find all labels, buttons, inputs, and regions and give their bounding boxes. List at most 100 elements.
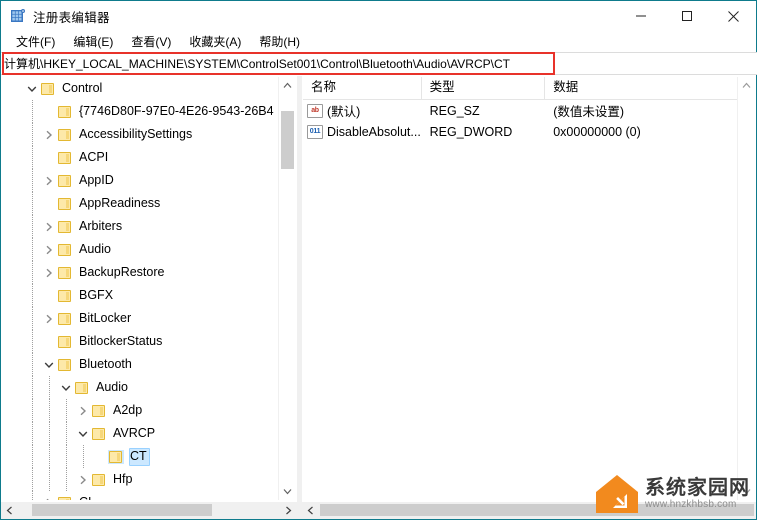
chevron-right-icon[interactable] [75,403,91,419]
tree-node[interactable]: A2dp [2,399,279,422]
tree-guide-line [49,468,51,491]
menu-view[interactable]: 查看(V) [122,31,180,53]
tree-node[interactable]: CI [2,491,279,500]
tree-node[interactable]: BackupRestore [2,261,279,284]
tree-vertical-scrollbar[interactable] [278,77,296,500]
folder-icon [91,427,107,441]
title-bar: 注册表编辑器 [1,1,756,31]
tree-node[interactable]: Audio [2,238,279,261]
tree-scroll-right-button[interactable] [280,502,297,518]
tree-node-label: Audio [96,379,128,394]
tree-guide-line [32,307,34,330]
registry-values-list[interactable]: 名称 类型 数据 ab (默认) REG_SZ (数值未设置) 011 DisableAb… [302,76,756,501]
chevron-right-icon[interactable] [41,242,57,258]
tree-guide-line [49,399,51,422]
list-hscrollbar-thumb[interactable] [320,504,754,516]
folder-icon [57,243,73,257]
chevron-right-icon[interactable] [75,472,91,488]
tree-guide-line [32,422,34,445]
address-bar[interactable]: 计算机\HKEY_LOCAL_MACHINE\SYSTEM\ControlSet… [1,52,757,75]
tree-node-label: Control [62,80,103,95]
tree-node[interactable]: Arbiters [2,215,279,238]
tree-node[interactable]: AVRCP [2,422,279,445]
tree-guide-line [66,445,68,468]
chevron-right-icon[interactable] [41,173,57,189]
registry-values-pane: 名称 类型 数据 ab (默认) REG_SZ (数值未设置) 011 DisableAb… [302,76,756,519]
list-vertical-scrollbar[interactable] [737,77,755,500]
menu-file[interactable]: 文件(F) [7,31,64,53]
chevron-down-icon[interactable] [58,380,74,396]
tree-node[interactable]: ACPI [2,146,279,169]
column-header-type[interactable]: 类型 [422,77,546,99]
chevron-down-icon[interactable] [41,357,57,373]
menu-favorites[interactable]: 收藏夹(A) [180,31,250,53]
chevron-right-icon[interactable] [41,495,57,500]
tree-node[interactable]: Bluetooth [2,353,279,376]
tree-hscrollbar-thumb[interactable] [32,504,212,516]
tree-node[interactable]: Audio [2,376,279,399]
tree-guide-line [32,399,34,422]
chevron-right-icon[interactable] [41,311,57,327]
column-header-data[interactable]: 数据 [545,77,738,99]
tree-node[interactable]: BitLocker [2,307,279,330]
menu-edit[interactable]: 编辑(E) [64,31,122,53]
tree-guide-line [66,468,68,491]
menu-bar: 文件(F) 编辑(E) 查看(V) 收藏夹(A) 帮助(H) [1,31,756,52]
tree-node-label: BitlockerStatus [79,333,163,348]
tree-node[interactable]: Hfp [2,468,279,491]
list-scroll-up-button[interactable] [738,77,755,94]
tree-node[interactable]: {7746D80F-97E0-4E26-9543-26B4 [2,100,279,123]
tree-scroll-left-button[interactable] [1,502,18,518]
registry-tree[interactable]: Control {7746D80F-97E0-4E26-9543-26B4 Acce… [1,76,297,501]
folder-icon [91,473,107,487]
registry-editor-icon [10,8,26,24]
tree-node-label: Arbiters [79,218,123,233]
tree-node[interactable]: AppID [2,169,279,192]
tree-guide-line [32,261,34,284]
folder-icon [57,128,73,142]
tree-scrollbar-thumb[interactable] [281,111,294,169]
tree-node-label: CT [129,447,150,466]
chevron-right-icon[interactable] [41,265,57,281]
tree-node[interactable]: BitlockerStatus [2,330,279,353]
chevron-right-icon[interactable] [41,219,57,235]
tree-guide-line [32,284,34,307]
tree-scroll-up-button[interactable] [279,77,296,94]
minimize-button[interactable] [618,1,664,31]
close-button[interactable] [710,1,756,31]
window-title: 注册表编辑器 [33,10,110,25]
folder-icon [57,105,73,119]
tree-node[interactable]: AppReadiness [2,192,279,215]
dword-value-icon: 011 [307,124,323,139]
window-controls [618,1,756,31]
folder-icon [57,151,73,165]
value-name-cell: ab (默认) [303,101,422,120]
list-horizontal-scrollbar[interactable] [302,501,756,519]
tree-node[interactable]: BGFX [2,284,279,307]
tree-scroll-down-button[interactable] [279,483,296,500]
maximize-button[interactable] [664,1,710,31]
registry-value-row[interactable]: ab (默认) REG_SZ (数值未设置) [303,100,738,121]
tree-guide-line [32,123,34,146]
tree-guide-line [32,353,34,376]
tree-node[interactable]: CT [2,445,279,468]
tree-guide-line [32,491,34,500]
tree-guide-line [49,445,51,468]
tree-node[interactable]: Control [2,77,279,100]
tree-horizontal-scrollbar[interactable] [1,501,297,519]
list-scroll-down-button[interactable] [738,483,755,500]
list-scroll-left-button[interactable] [302,502,319,518]
chevron-right-icon[interactable] [41,127,57,143]
registry-value-row[interactable]: 011 DisableAbsolut... REG_DWORD 0x00000000 … [303,121,738,142]
tree-node-label: Audio [79,241,111,256]
menu-help[interactable]: 帮助(H) [250,31,309,53]
chevron-down-icon[interactable] [24,81,40,97]
tree-node[interactable]: AccessibilitySettings [2,123,279,146]
folder-icon [57,266,73,280]
value-name: (默认) [327,105,361,119]
folder-icon [57,220,73,234]
chevron-down-icon[interactable] [75,426,91,442]
column-header-name[interactable]: 名称 [303,77,422,99]
